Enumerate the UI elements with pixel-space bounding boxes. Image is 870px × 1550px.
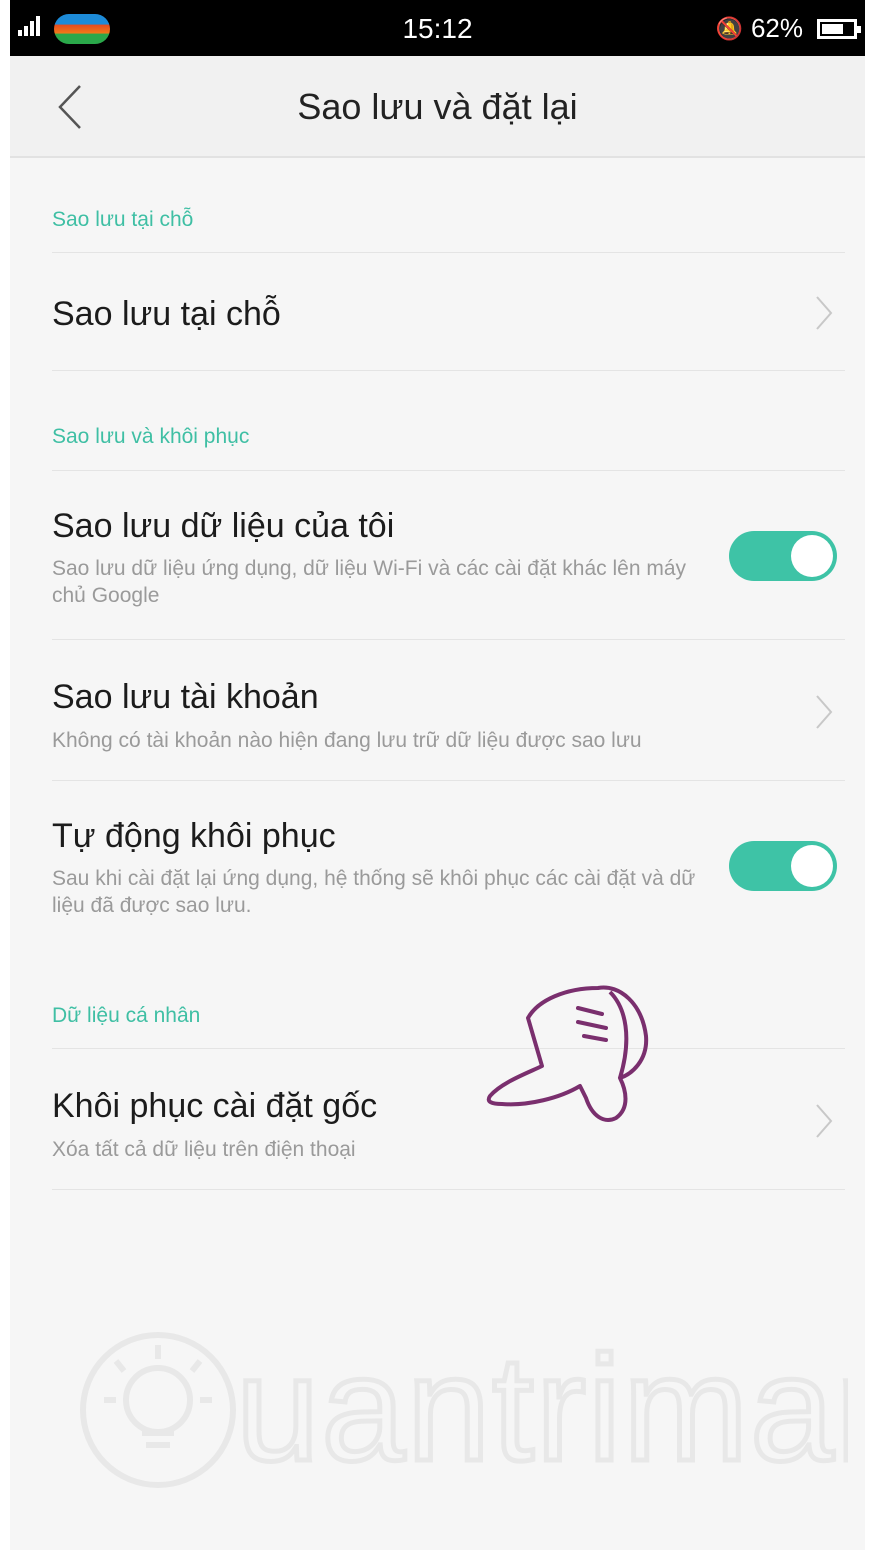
row-auto-restore[interactable]: Tự động khôi phục Sau khi cài đặt lại ứn…: [10, 781, 865, 951]
row-backup-my-data[interactable]: Sao lưu dữ liệu của tôi Sao lưu dữ liệu …: [10, 471, 865, 639]
auto-restore-toggle[interactable]: [729, 841, 837, 891]
lightbulb-watermark-icon: uantrimang: [80, 1322, 870, 1495]
section-label-backup-restore: Sao lưu và khôi phục: [52, 425, 250, 448]
backup-data-toggle[interactable]: [729, 531, 837, 581]
status-right: 🔕 62%: [715, 13, 861, 44]
status-bar: 15:12 🔕 62%: [10, 0, 865, 56]
row-subtitle: Không có tài khoản nào hiện đang lưu trữ…: [52, 729, 642, 752]
section-label-local-backup: Sao lưu tại chỗ: [52, 208, 194, 231]
row-subtitle: Xóa tất cả dữ liệu trên điện thoại: [52, 1138, 356, 1161]
row-title: Sao lưu tài khoản: [52, 678, 319, 716]
page-title: Sao lưu và đặt lại: [297, 86, 578, 127]
battery-icon: [817, 18, 861, 39]
row-factory-reset[interactable]: Khôi phục cài đặt gốc Xóa tất cả dữ liệu…: [10, 1049, 865, 1189]
row-local-backup[interactable]: Sao lưu tại chỗ: [10, 253, 865, 370]
row-title: Khôi phục cài đặt gốc: [52, 1087, 378, 1125]
watermark-logo: uantrimang: [68, 1322, 870, 1495]
chevron-right-icon: [816, 695, 833, 729]
chevron-right-icon: [816, 1104, 833, 1138]
row-title: Sao lưu dữ liệu của tôi: [52, 507, 395, 545]
chevron-right-icon: [816, 296, 833, 330]
battery-percent: 62%: [750, 13, 803, 43]
row-title: Sao lưu tại chỗ: [52, 295, 281, 333]
pointing-hand-annotation-icon: [486, 985, 649, 1122]
row-subtitle: Sao lưu dữ liệu ứng dụng, dữ liệu Wi-Fi …: [52, 557, 687, 607]
row-backup-account[interactable]: Sao lưu tài khoản Không có tài khoản nào…: [10, 640, 865, 780]
section-label-personal-data: Dữ liệu cá nhân: [52, 1004, 201, 1027]
bell-mute-icon: 🔕: [715, 15, 743, 41]
svg-text:uantrimang: uantrimang: [236, 1325, 848, 1492]
settings-screen: 15:12 🔕 62% Sao lưu và đặt lại Sao lưu t…: [10, 0, 870, 1550]
divider: [52, 370, 845, 371]
divider: [52, 1189, 845, 1190]
app-header: Sao lưu và đặt lại: [10, 56, 865, 158]
row-subtitle: Sau khi cài đặt lại ứng dụng, hệ thống s…: [52, 867, 696, 917]
row-title: Tự động khôi phục: [52, 817, 336, 855]
